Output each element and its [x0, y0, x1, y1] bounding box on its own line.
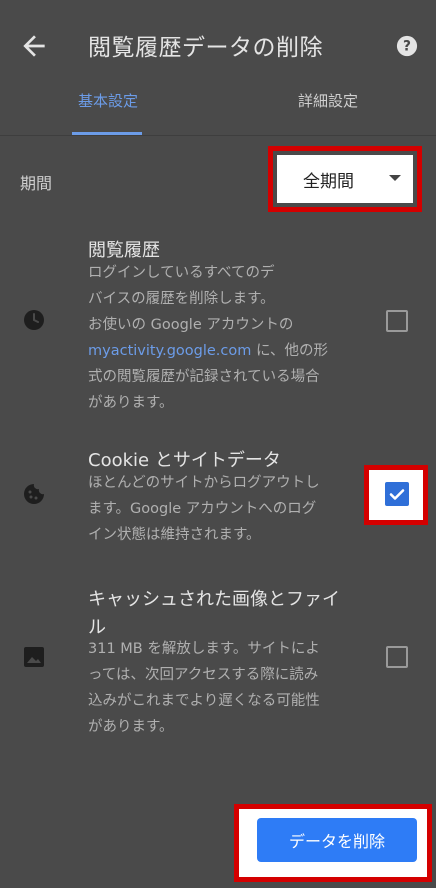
app-bar: 閲覧履歴データの削除 ?: [0, 0, 436, 90]
dropdown-arrow-icon: [389, 175, 401, 181]
cache-title-line-1: キャッシュされた画像とファイ: [88, 589, 340, 610]
history-desc-line-5: 式の閲覧履歴が記録されている場合: [88, 369, 320, 385]
history-checkbox[interactable]: [386, 310, 408, 332]
history-desc-line-4: myactivity.google.com に、他の形: [88, 338, 328, 364]
clock-icon: [24, 310, 44, 330]
history-desc-line-2: バイスの履歴を削除します。: [88, 291, 275, 307]
history-desc-line-3: お使いの Google アカウントの: [88, 317, 294, 333]
period-label: 期間: [20, 174, 53, 193]
tab-advanced[interactable]: 詳細設定: [270, 90, 386, 136]
arrow-back-icon[interactable]: [18, 30, 50, 62]
history-desc-after-link: に、他の形: [251, 343, 329, 359]
svg-text:?: ?: [403, 39, 411, 55]
cache-description: 311 MB を解放します。サイトによ っては、次回アクセスする際に読み 込みが…: [88, 636, 320, 740]
cache-checkbox[interactable]: [386, 646, 408, 668]
help-icon[interactable]: ?: [396, 35, 418, 57]
cookie-desc-line-3: イン状態は維持されます。: [88, 527, 261, 543]
delete-data-button[interactable]: データを削除: [257, 818, 417, 862]
cache-desc-line-3: 込みがこれまでより遅くなる可能性: [88, 693, 320, 709]
tab-bar: 基本設定 詳細設定: [0, 90, 436, 136]
cookie-desc-line-1: ほとんどのサイトからログアウトし: [88, 475, 320, 491]
history-description: ログインしているすべてのデ バイスの履歴を削除します。 お使いの Google …: [88, 260, 328, 416]
cache-desc-line-1: 311 MB を解放します。サイトによ: [88, 641, 320, 657]
cookie-title: Cookie とサイトデータ: [88, 450, 281, 471]
tab-indicator: [72, 132, 142, 135]
history-title: 閲覧履歴: [88, 240, 160, 261]
history-desc-line-6: があります。: [88, 395, 174, 411]
cache-title: キャッシュされた画像とファイ ル: [88, 586, 340, 642]
cookie-description: ほとんどのサイトからログアウトし ます。Google アカウントへのログ イン状…: [88, 470, 320, 548]
cookie-icon: [24, 484, 44, 504]
image-icon: [24, 647, 44, 667]
myactivity-link[interactable]: myactivity.google.com: [88, 343, 251, 359]
cookie-desc-line-2: ます。Google アカウントへのログ: [88, 501, 317, 517]
tab-basic[interactable]: 基本設定: [60, 90, 156, 136]
cache-desc-line-2: っては、次回アクセスする際に読み: [88, 667, 319, 683]
checkmark-icon: [389, 489, 405, 500]
history-desc-line-1: ログインしているすべてのデ: [88, 265, 275, 281]
cache-desc-line-4: があります。: [88, 719, 174, 735]
period-dropdown[interactable]: 全期間: [277, 155, 413, 203]
cookie-checkbox[interactable]: [385, 482, 409, 506]
page-title: 閲覧履歴データの削除: [88, 35, 323, 61]
period-selected-value: 全期間: [303, 171, 354, 192]
